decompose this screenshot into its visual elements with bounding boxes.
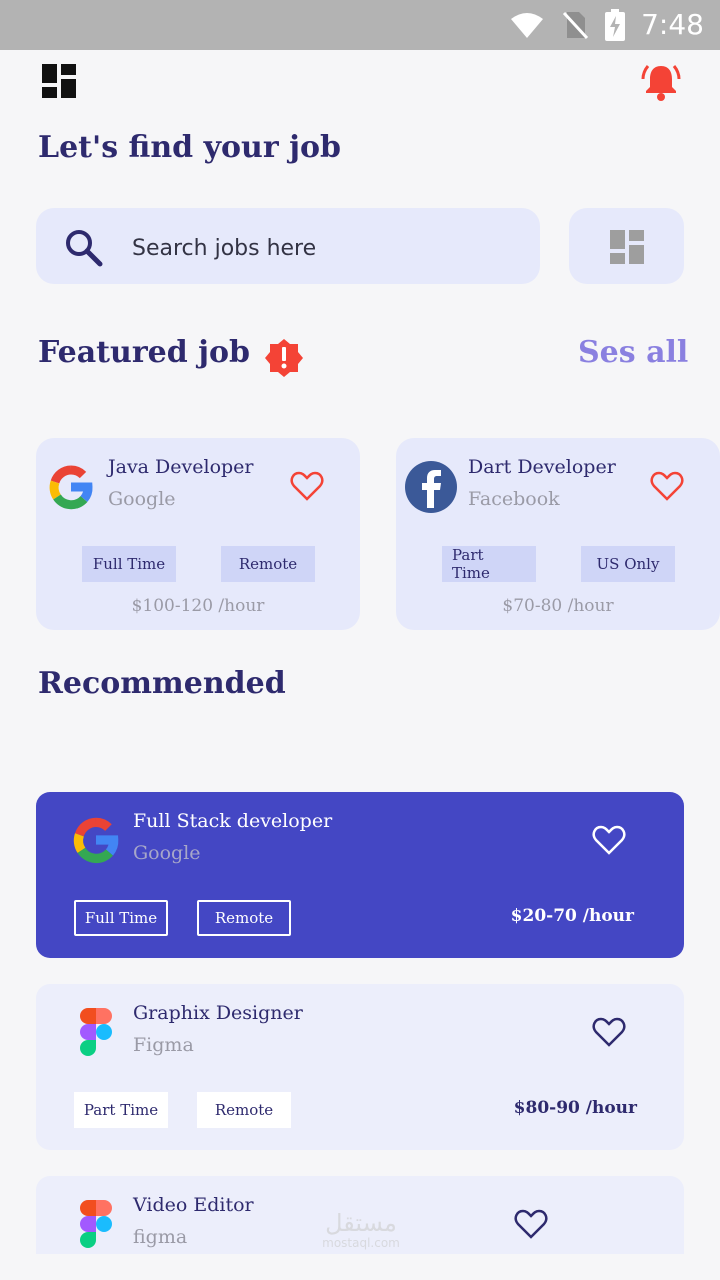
google-logo — [49, 465, 93, 510]
battery-charging-icon — [605, 8, 626, 41]
search-input[interactable] — [132, 230, 522, 266]
wifi-icon — [511, 12, 544, 38]
job-rate: $80-90 /hour — [513, 1098, 637, 1118]
heart-icon[interactable] — [592, 824, 626, 856]
company-name: Google — [108, 488, 176, 510]
job-rate: $20-70 /hour — [510, 906, 634, 926]
featured-job-card[interactable]: Java Developer Google Full Time Remote $… — [36, 438, 360, 630]
job-tag: Remote — [221, 546, 315, 582]
recommended-section-title: Recommended — [38, 666, 286, 701]
job-rate: $100-120 /hour — [131, 596, 265, 616]
watermark-arabic: مستقل — [325, 1209, 397, 1237]
company-name: figma — [133, 1226, 188, 1248]
figma-logo — [80, 1200, 112, 1248]
page-title: Let's find your job — [38, 130, 341, 165]
dashboard-icon[interactable] — [610, 230, 644, 264]
no-sim-icon — [563, 11, 589, 39]
job-title: Video Editor — [133, 1194, 254, 1216]
job-title: Java Developer — [108, 456, 254, 478]
heart-icon[interactable] — [290, 470, 324, 502]
dashboard-icon[interactable] — [42, 64, 76, 98]
company-name: Facebook — [468, 488, 560, 510]
heart-icon[interactable] — [650, 470, 684, 502]
job-title: Dart Developer — [468, 456, 616, 478]
recommended-job-card[interactable]: Full Stack developer Google Full Time Re… — [36, 792, 684, 958]
facebook-logo — [405, 461, 457, 513]
heart-icon[interactable] — [514, 1208, 548, 1240]
figma-logo — [80, 1008, 112, 1056]
bell-ring-icon[interactable] — [640, 60, 682, 102]
watermark-latin: mostaql.com — [322, 1236, 400, 1250]
search-icon — [66, 230, 103, 267]
job-tag: Part Time — [442, 546, 536, 582]
job-title: Full Stack developer — [133, 810, 333, 832]
featured-section-title: Featured job — [38, 335, 251, 370]
heart-icon[interactable] — [592, 1016, 626, 1048]
featured-job-card[interactable]: Dart Developer Facebook Part Time US Onl… — [396, 438, 720, 630]
recommended-job-card[interactable]: Graphix Designer Figma Part Time Remote … — [36, 984, 684, 1150]
job-tag: Full Time — [74, 900, 168, 936]
alert-badge-icon — [265, 339, 303, 377]
job-tag: Part Time — [74, 1092, 168, 1128]
job-tag: Full Time — [82, 546, 176, 582]
status-bar: 7:48 — [0, 0, 720, 50]
company-name: Figma — [133, 1034, 194, 1056]
watermark: مستقل mostaql.com — [316, 1210, 406, 1256]
job-tag: US Only — [581, 546, 675, 582]
job-tag: Remote — [197, 1092, 291, 1128]
status-time: 7:48 — [641, 8, 704, 41]
job-title: Graphix Designer — [133, 1002, 303, 1024]
job-rate: $70-80 /hour — [502, 596, 614, 616]
company-name: Google — [133, 842, 201, 864]
google-logo — [73, 817, 119, 864]
job-tag: Remote — [197, 900, 291, 936]
see-all-link[interactable]: Ses all — [578, 335, 688, 370]
